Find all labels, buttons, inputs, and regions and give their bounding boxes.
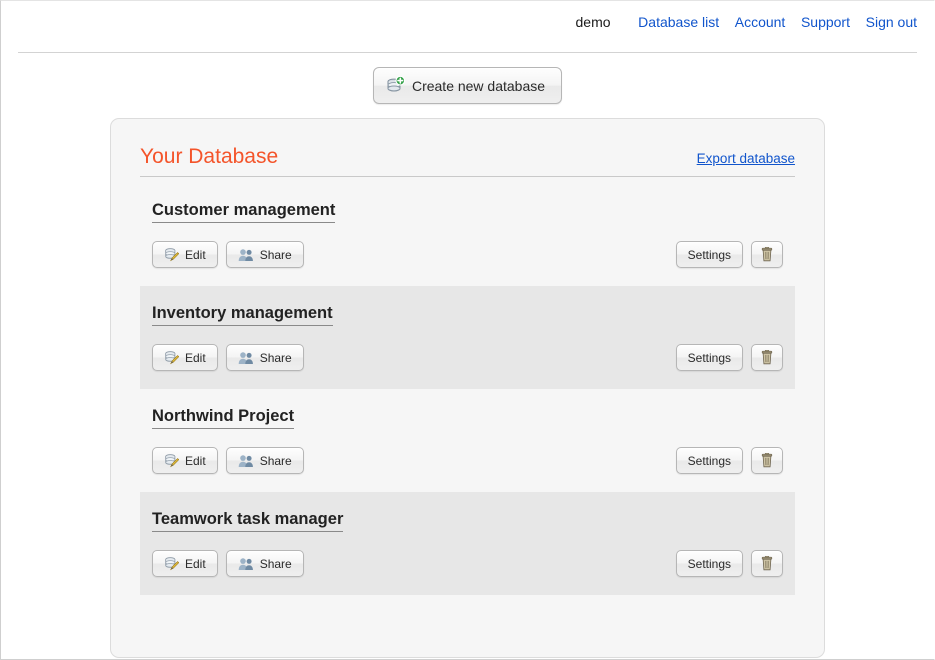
users-icon — [238, 351, 254, 365]
database-name[interactable]: Customer management — [152, 201, 336, 223]
share-button-label: Share — [259, 350, 292, 365]
share-button-label: Share — [259, 453, 292, 468]
database-list-panel: Your Database Export database Customer m… — [110, 118, 825, 658]
share-button[interactable]: Share — [225, 344, 304, 371]
delete-button[interactable] — [751, 550, 783, 577]
edit-button[interactable]: Edit — [152, 344, 218, 371]
users-icon — [238, 454, 254, 468]
database-row-3: Northwind Project Edit Share Settings — [140, 389, 795, 492]
page-title: Your Database — [140, 145, 279, 168]
settings-button[interactable]: Settings — [675, 241, 743, 268]
database-row-actions-left: Edit Share — [152, 550, 304, 577]
top-navigation: demo Database list Account Support Sign … — [0, 0, 935, 44]
export-database-link[interactable]: Export database — [697, 151, 795, 166]
share-button-label: Share — [259, 247, 292, 262]
edit-button-label: Edit — [185, 453, 206, 468]
database-edit-icon — [164, 453, 180, 468]
settings-button-label: Settings — [687, 453, 731, 468]
database-row-actions-right: Settings — [675, 447, 783, 474]
settings-button-label: Settings — [687, 247, 731, 262]
database-name[interactable]: Northwind Project — [152, 407, 295, 429]
edit-button-label: Edit — [185, 350, 206, 365]
settings-button-label: Settings — [687, 350, 731, 365]
nav-link-support[interactable]: Support — [801, 14, 850, 30]
database-row-actions-right: Settings — [675, 550, 783, 577]
share-button[interactable]: Share — [225, 241, 304, 268]
nav-link-sign-out[interactable]: Sign out — [866, 14, 917, 30]
current-user-label: demo — [575, 14, 611, 30]
share-button[interactable]: Share — [225, 550, 304, 577]
database-name[interactable]: Inventory management — [152, 304, 333, 326]
database-row-actions: Edit Share Settings — [152, 241, 783, 268]
delete-button[interactable] — [751, 344, 783, 371]
database-add-icon — [386, 75, 406, 95]
share-button-label: Share — [259, 556, 292, 571]
edit-button[interactable]: Edit — [152, 447, 218, 474]
settings-button[interactable]: Settings — [675, 447, 743, 474]
database-row-actions-right: Settings — [675, 344, 783, 371]
delete-button[interactable] — [751, 447, 783, 474]
database-row-actions-left: Edit Share — [152, 447, 304, 474]
settings-button[interactable]: Settings — [675, 344, 743, 371]
trash-icon — [760, 555, 774, 571]
database-row-actions: Edit Share Settings — [152, 447, 783, 474]
database-list: Customer management Edit Share Settings … — [140, 183, 795, 595]
create-database-toolbar: Create new database — [0, 53, 935, 104]
trash-icon — [760, 349, 774, 365]
edit-button[interactable]: Edit — [152, 241, 218, 268]
create-database-button[interactable]: Create new database — [372, 67, 563, 104]
database-row-actions: Edit Share Settings — [152, 550, 783, 577]
trash-icon — [760, 452, 774, 468]
database-name[interactable]: Teamwork task manager — [152, 510, 344, 532]
create-database-button-label: Create new database — [411, 77, 546, 94]
database-row-actions-left: Edit Share — [152, 344, 304, 371]
edit-button[interactable]: Edit — [152, 550, 218, 577]
database-row-actions-left: Edit Share — [152, 241, 304, 268]
trash-icon — [760, 246, 774, 262]
database-edit-icon — [164, 350, 180, 365]
panel-header: Your Database Export database — [140, 145, 795, 177]
edit-button-label: Edit — [185, 556, 206, 571]
database-row-actions: Edit Share Settings — [152, 344, 783, 371]
settings-button-label: Settings — [687, 556, 731, 571]
database-row-4: Teamwork task manager Edit Share Setting… — [140, 492, 795, 595]
nav-link-account[interactable]: Account — [735, 14, 786, 30]
database-edit-icon — [164, 556, 180, 571]
settings-button[interactable]: Settings — [675, 550, 743, 577]
database-edit-icon — [164, 247, 180, 262]
database-row-2: Inventory management Edit Share Settings — [140, 286, 795, 389]
database-row-actions-right: Settings — [675, 241, 783, 268]
nav-link-database-list[interactable]: Database list — [638, 14, 719, 30]
edit-button-label: Edit — [185, 247, 206, 262]
users-icon — [238, 248, 254, 262]
database-row-1: Customer management Edit Share Settings — [140, 183, 795, 286]
share-button[interactable]: Share — [225, 447, 304, 474]
users-icon — [238, 557, 254, 571]
delete-button[interactable] — [751, 241, 783, 268]
